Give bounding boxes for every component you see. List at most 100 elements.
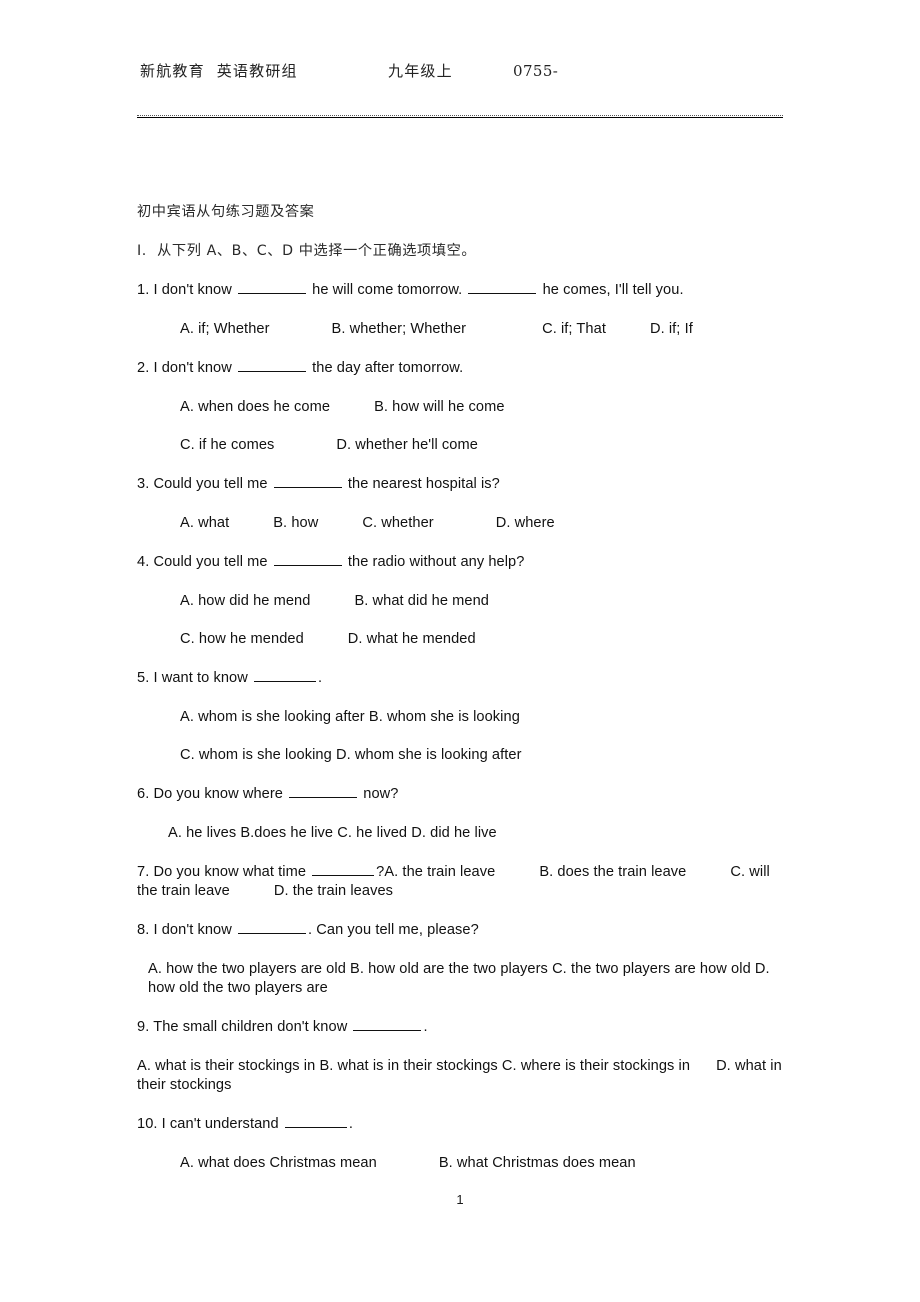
option-d-head[interactable]: D. what — [716, 1058, 766, 1074]
question-9: 9. The small children don't know . A. wh… — [137, 1018, 785, 1095]
question-3: 3. Could you tell me the nearest hospita… — [137, 475, 785, 533]
question-1-stem: 1. I don't know he will come tomorrow. h… — [137, 281, 785, 300]
question-9-options: A. what is their stockings in B. what is… — [137, 1057, 785, 1095]
option-a[interactable]: A. how did he mend — [180, 593, 310, 609]
question-10-options: A. what does Christmas mean B. what Chris… — [137, 1154, 785, 1173]
document-body: 初中宾语从句练习题及答案 I. 从下列 A、B、C、D 中选择一个正确选项填空。… — [137, 203, 785, 1191]
option-a[interactable]: ?A. the train leave — [376, 864, 495, 880]
question-8-stem: 8. I don't know . Can you tell me, pleas… — [137, 921, 785, 940]
page-title: 初中宾语从句练习题及答案 — [137, 204, 315, 220]
question-5-stem: 5. I want to know . — [137, 669, 785, 688]
question-2-stem-part-a: 2. I don't know — [137, 360, 232, 376]
question-2: 2. I don't know the day after tomorrow. … — [137, 359, 785, 455]
question-3-stem: 3. Could you tell me the nearest hospita… — [137, 475, 785, 494]
question-4-stem-part-a: 4. Could you tell me — [137, 554, 268, 570]
question-4-stem: 4. Could you tell me the radio without a… — [137, 553, 785, 572]
option-a[interactable]: A. when does he come — [180, 399, 330, 415]
question-2-stem: 2. I don't know the day after tomorrow. — [137, 359, 785, 378]
question-1-stem-part-c: he comes, I'll tell you. — [542, 282, 684, 298]
option-d[interactable]: D. what he mended — [348, 631, 476, 647]
option-b[interactable]: B. how will he come — [374, 399, 504, 415]
question-1: 1. I don't know he will come tomorrow. h… — [137, 281, 785, 339]
document-header: 新航教育 英语教研组 九年级上 0755- — [137, 58, 785, 88]
option-c[interactable]: C. whether — [362, 515, 433, 531]
question-8-stem-part-b: . Can you tell me, please? — [308, 922, 479, 938]
question-10-stem-part-a: 10. I can't understand — [137, 1116, 279, 1132]
option-b[interactable]: B. does the train leave — [539, 864, 686, 880]
question-4: 4. Could you tell me the radio without a… — [137, 553, 785, 649]
option-d[interactable]: D. the train leaves — [274, 883, 393, 899]
option-a[interactable]: A. if; Whether — [180, 321, 270, 337]
option-c[interactable]: C. if he comes — [180, 437, 274, 453]
question-10: 10. I can't understand . A. what does Ch… — [137, 1115, 785, 1173]
question-5-stem-part-a: 5. I want to know — [137, 670, 248, 686]
option-abc[interactable]: A. what is their stockings in B. what is… — [137, 1058, 690, 1074]
question-5-options-row-2: C. whom is she looking D. whom she is lo… — [137, 746, 785, 765]
question-4-options-row-2: C. how he mended D. what he mended — [137, 630, 785, 649]
option-b[interactable]: B. what did he mend — [354, 593, 489, 609]
question-5: 5. I want to know . A. whom is she looki… — [137, 669, 785, 765]
section-instruction-block: I. 从下列 A、B、C、D 中选择一个正确选项填空。 — [137, 242, 785, 261]
header-phone: 0755- — [513, 62, 559, 80]
question-6-stem-part-b: now? — [363, 786, 399, 802]
option-cd[interactable]: C. whom is she looking D. whom she is lo… — [180, 747, 522, 763]
answer-blank[interactable] — [289, 797, 358, 798]
option-c[interactable]: C. if; That — [542, 321, 606, 337]
option-a[interactable]: A. what does Christmas mean — [180, 1155, 377, 1171]
answer-blank[interactable] — [238, 933, 306, 934]
option-b[interactable]: B. whether; Whether — [332, 321, 467, 337]
option-d[interactable]: D. where — [496, 515, 555, 531]
question-2-options-row-2: C. if he comes D. whether he'll come — [137, 436, 785, 455]
question-10-stem: 10. I can't understand . — [137, 1115, 785, 1134]
option-c[interactable]: C. how he mended — [180, 631, 304, 647]
question-3-stem-part-b: the nearest hospital is? — [347, 476, 500, 492]
header-divider-rule — [137, 115, 783, 118]
answer-blank[interactable] — [238, 371, 306, 372]
option-abc[interactable]: A. how the two players are old B. how ol… — [148, 961, 751, 977]
answer-blank[interactable] — [312, 875, 375, 876]
question-9-stem: 9. The small children don't know . — [137, 1018, 785, 1037]
question-8: 8. I don't know . Can you tell me, pleas… — [137, 921, 785, 998]
question-7: 7. Do you know what time ?A. the train l… — [137, 863, 785, 901]
question-6-options: A. he lives B.does he live C. he lived D… — [137, 824, 785, 843]
page-number: 1 — [456, 1192, 464, 1207]
document-page: 新航教育 英语教研组 九年级上 0755- 初中宾语从句练习题及答案 I. 从下… — [0, 0, 920, 1302]
question-8-stem-part-a: 8. I don't know — [137, 922, 232, 938]
answer-blank[interactable] — [273, 487, 342, 488]
question-4-options-row-1: A. how did he mend B. what did he mend — [137, 592, 785, 611]
answer-blank[interactable] — [273, 565, 342, 566]
option-b[interactable]: B. what Christmas does mean — [439, 1155, 636, 1171]
answer-blank[interactable] — [238, 293, 306, 294]
question-5-stem-part-b: . — [318, 670, 323, 686]
option-a[interactable]: A. what — [180, 515, 229, 531]
question-10-stem-part-b: . — [348, 1116, 353, 1132]
section-instruction: I. 从下列 A、B、C、D 中选择一个正确选项填空。 — [137, 243, 477, 259]
question-9-stem-part-a: 9. The small children don't know — [137, 1019, 348, 1035]
question-7-stem-part-a: 7. Do you know what time — [137, 864, 307, 880]
question-1-stem-part-b: he will come tomorrow. — [312, 282, 463, 298]
option-all[interactable]: A. he lives B.does he live C. he lived D… — [168, 825, 497, 841]
header-organization: 新航教育 英语教研组 — [140, 62, 298, 80]
question-7-stem-and-options: 7. Do you know what time ?A. the train l… — [137, 863, 785, 901]
answer-blank[interactable] — [254, 681, 317, 682]
option-b[interactable]: B. how — [273, 515, 318, 531]
question-3-options: A. what B. how C. whether D. where — [137, 514, 785, 533]
question-9-stem-part-b: . — [423, 1019, 428, 1035]
document-title-block: 初中宾语从句练习题及答案 — [137, 203, 785, 222]
answer-blank[interactable] — [468, 293, 537, 294]
question-3-stem-part-a: 3. Could you tell me — [137, 476, 268, 492]
option-d[interactable]: D. whether he'll come — [336, 437, 478, 453]
question-8-options: A. how the two players are old B. how ol… — [137, 960, 785, 998]
option-ab[interactable]: A. whom is she looking after B. whom she… — [180, 709, 520, 725]
option-d[interactable]: D. if; If — [650, 321, 693, 337]
question-2-options-row-1: A. when does he come B. how will he come — [137, 398, 785, 417]
question-6-stem: 6. Do you know where now? — [137, 785, 785, 804]
answer-blank[interactable] — [353, 1030, 422, 1031]
question-1-options: A. if; Whether B. whether; Whether C. if; … — [137, 320, 785, 339]
question-6-stem-part-a: 6. Do you know where — [137, 786, 283, 802]
question-6: 6. Do you know where now? A. he lives B.… — [137, 785, 785, 843]
question-5-options-row-1: A. whom is she looking after B. whom she… — [137, 708, 785, 727]
header-grade: 九年级上 — [388, 62, 453, 80]
question-1-stem-part-a: 1. I don't know — [137, 282, 232, 298]
answer-blank[interactable] — [284, 1127, 347, 1128]
